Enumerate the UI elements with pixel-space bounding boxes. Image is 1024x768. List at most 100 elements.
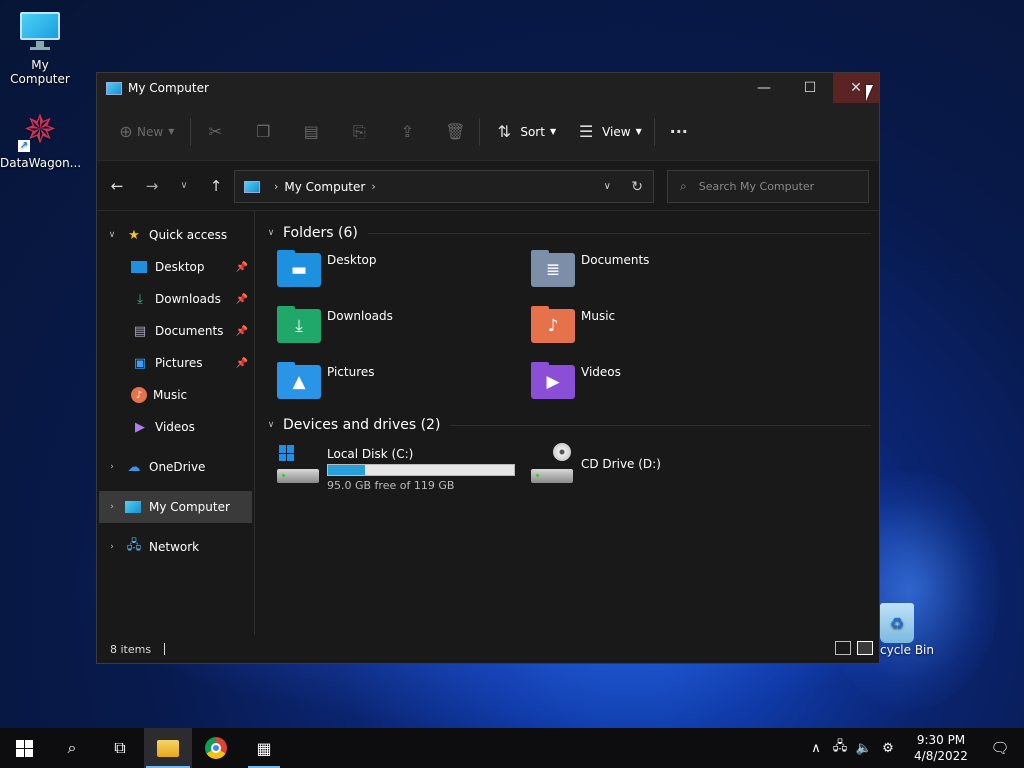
explorer-body: ∨ ★ Quick access Desktop 📌 ⤓ Downloads 📌… bbox=[97, 211, 879, 635]
taskbar-chrome[interactable] bbox=[192, 728, 240, 768]
paste-button[interactable]: ▤ bbox=[295, 116, 327, 148]
delete-button[interactable]: 🗑 bbox=[439, 116, 471, 148]
sidebar-item-label: OneDrive bbox=[149, 460, 206, 474]
view-toggles bbox=[835, 641, 873, 655]
maximize-button[interactable]: ☐ bbox=[787, 73, 833, 103]
chevron-right-icon[interactable]: › bbox=[105, 542, 119, 552]
desktop-icon-label: DataWagon... bbox=[0, 156, 82, 170]
share-button[interactable]: ⇪ bbox=[391, 116, 423, 148]
share-icon: ⇪ bbox=[400, 122, 415, 141]
folder-tile-desktop[interactable]: ▬ Desktop bbox=[277, 249, 531, 297]
sidebar-item-label: Quick access bbox=[149, 228, 228, 242]
pin-icon: 📌 bbox=[235, 357, 248, 369]
item-count: 8 items bbox=[110, 642, 152, 656]
task-view-button[interactable]: ⧉ bbox=[96, 728, 144, 768]
chevron-up-icon[interactable]: ∧ bbox=[804, 741, 828, 756]
sidebar-item-label: Desktop bbox=[155, 260, 205, 274]
new-label: New bbox=[137, 124, 164, 139]
computer-icon bbox=[244, 180, 260, 193]
desktop-icon-recycle-bin[interactable]: ♻ cycle Bin bbox=[880, 603, 940, 657]
divider bbox=[190, 117, 192, 146]
folder-tile-music[interactable]: ♪ Music bbox=[531, 305, 785, 353]
clock[interactable]: 9:30 PM 4/8/2022 bbox=[906, 732, 976, 764]
taskbar-file-explorer[interactable] bbox=[144, 728, 192, 768]
copy-button[interactable]: ❐ bbox=[247, 116, 279, 148]
breadcrumb-my-computer[interactable]: My Computer bbox=[284, 180, 365, 194]
desktop-icon-label: cycle Bin bbox=[880, 643, 934, 657]
search-input[interactable] bbox=[698, 180, 859, 193]
status-bar: 8 items bbox=[97, 635, 879, 663]
sidebar-item-downloads[interactable]: ⤓ Downloads 📌 bbox=[97, 283, 254, 315]
breadcrumb-chevron-icon[interactable]: › bbox=[371, 180, 375, 193]
cut-button[interactable]: ✂ bbox=[199, 116, 231, 148]
search-button[interactable]: ⌕ bbox=[48, 728, 96, 768]
arrow-right-icon: → bbox=[145, 176, 159, 195]
gear-icon[interactable]: ⚙ bbox=[876, 741, 900, 756]
chevron-right-icon[interactable]: › bbox=[105, 462, 119, 472]
chevron-down-icon: ∨ bbox=[180, 180, 188, 191]
hard-drive-icon bbox=[277, 445, 321, 483]
app-window-icon: ▦ bbox=[256, 738, 272, 758]
pin-icon: 📌 bbox=[235, 261, 248, 273]
folders-group-header[interactable]: ∨ Folders (6) bbox=[263, 219, 871, 247]
more-options-button[interactable]: ··· bbox=[663, 116, 695, 148]
refresh-icon[interactable]: ↻ bbox=[631, 179, 643, 195]
sidebar-item-documents[interactable]: ▤ Documents 📌 bbox=[97, 315, 254, 347]
back-button[interactable]: ← bbox=[101, 177, 133, 195]
drive-usage-fill bbox=[328, 465, 366, 475]
sidebar-item-music[interactable]: ♪ Music bbox=[97, 379, 254, 411]
notification-icon[interactable]: 🗨 bbox=[976, 739, 1024, 757]
tiles-view-button[interactable] bbox=[857, 641, 873, 655]
sidebar-item-pictures[interactable]: ▣ Pictures 📌 bbox=[97, 347, 254, 379]
documents-folder-icon: ≣ bbox=[531, 250, 575, 287]
title-bar[interactable]: My Computer — ☐ ✕ bbox=[97, 73, 879, 103]
taskbar: ⌕ ⧉ ▦ ∧ 🖧 🔈 ⚙ 9:30 PM 4/8/2022 🗨 bbox=[0, 728, 1024, 768]
system-tray: ∧ 🖧 🔈 ⚙ 9:30 PM 4/8/2022 🗨 bbox=[804, 728, 1024, 768]
drive-tile-cd-drive[interactable]: CD Drive (D:) bbox=[531, 443, 785, 495]
desktop-folder-icon: ▬ bbox=[277, 250, 321, 287]
sidebar-item-desktop[interactable]: Desktop 📌 bbox=[97, 251, 254, 283]
rename-button[interactable]: ⎘ bbox=[343, 116, 375, 148]
document-icon: ▤ bbox=[133, 323, 147, 339]
address-bar[interactable]: › My Computer › ∨ ↻ bbox=[234, 170, 654, 203]
sidebar-item-quick-access[interactable]: ∨ ★ Quick access bbox=[97, 219, 254, 251]
chevron-right-icon[interactable]: › bbox=[105, 502, 119, 512]
drive-tile-local-disk[interactable]: Local Disk (C:) 95.0 GB free of 119 GB bbox=[277, 443, 531, 495]
view-button[interactable]: ☰ View ▼ bbox=[570, 116, 642, 148]
speaker-icon[interactable]: 🔈 bbox=[852, 741, 876, 756]
folder-tile-videos[interactable]: ▶ Videos bbox=[531, 361, 785, 409]
folder-tile-documents[interactable]: ≣ Documents bbox=[531, 249, 785, 297]
clipboard-icon: ▤ bbox=[303, 122, 319, 141]
search-icon: ⌕ bbox=[67, 738, 77, 757]
chevron-down-icon[interactable]: ∨ bbox=[604, 181, 611, 192]
search-box[interactable]: ⌕ bbox=[667, 170, 869, 203]
status-divider bbox=[164, 643, 166, 655]
recent-locations-button[interactable]: ∨ bbox=[168, 180, 200, 191]
sidebar-item-videos[interactable]: ▶ Videos bbox=[97, 411, 254, 443]
pictures-folder-icon: ▲ bbox=[277, 362, 321, 399]
devices-group-header[interactable]: ∨ Devices and drives (2) bbox=[263, 411, 871, 439]
sidebar-item-my-computer[interactable]: › My Computer bbox=[99, 491, 252, 523]
forward-button[interactable]: → bbox=[136, 177, 168, 195]
up-button[interactable]: ↑ bbox=[200, 177, 232, 195]
start-button[interactable] bbox=[0, 728, 48, 768]
folder-tile-downloads[interactable]: ⤓ Downloads bbox=[277, 305, 531, 353]
sort-button[interactable]: ⇅ Sort ▼ bbox=[488, 116, 556, 148]
view-list-icon: ☰ bbox=[578, 122, 594, 141]
pin-icon: 📌 bbox=[235, 293, 248, 305]
details-view-button[interactable] bbox=[835, 641, 851, 655]
sidebar-item-network[interactable]: › 🖧 Network bbox=[97, 531, 254, 563]
network-icon[interactable]: 🖧 bbox=[828, 737, 852, 759]
desktop-icon-my-computer[interactable]: My Computer bbox=[0, 10, 80, 86]
rename-icon: ⎘ bbox=[352, 121, 366, 141]
divider bbox=[367, 232, 871, 234]
chevron-down-icon[interactable]: ∨ bbox=[105, 230, 119, 240]
taskbar-app[interactable]: ▦ bbox=[240, 728, 288, 768]
new-button[interactable]: ⊕ New ▼ bbox=[115, 116, 174, 148]
folder-tile-pictures[interactable]: ▲ Pictures bbox=[277, 361, 531, 409]
folders-grid: ▬ Desktop ≣ Documents ⤓ Downloads ♪ Musi… bbox=[263, 249, 871, 409]
minimize-button[interactable]: — bbox=[741, 73, 787, 103]
sidebar-item-onedrive[interactable]: › ☁ OneDrive bbox=[97, 451, 254, 483]
video-icon: ▶ bbox=[135, 419, 145, 435]
desktop-icon-datawagon[interactable]: ✵ ↗ DataWagon... bbox=[0, 108, 82, 170]
